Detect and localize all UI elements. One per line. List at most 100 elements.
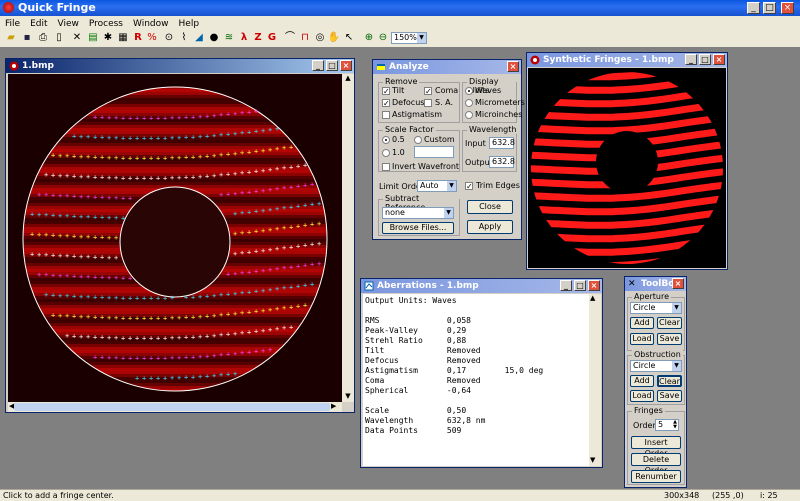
mtf-icon[interactable]: ⌒: [283, 31, 297, 45]
aberrations-maximize-button[interactable]: □: [574, 280, 586, 291]
aberrations-window: Aberrations - 1.bmp _ □ × Output Units: …: [360, 278, 603, 468]
scale-05-radio[interactable]: [382, 136, 390, 144]
r-icon[interactable]: R: [131, 31, 145, 45]
fringe-point: +: [142, 335, 146, 343]
obstruction-save-button[interactable]: Save: [657, 390, 682, 402]
microinches-radio[interactable]: [465, 111, 473, 119]
z-icon[interactable]: Z: [251, 31, 265, 45]
surface-icon[interactable]: ◢: [192, 31, 206, 45]
tools-icon[interactable]: ✕: [70, 31, 84, 45]
fringe-point: +: [72, 232, 76, 240]
pointer-icon[interactable]: ↖: [342, 31, 356, 45]
preview-icon[interactable]: ▯: [52, 31, 66, 45]
interferogram-canvas[interactable]: + + + + + + + + + + + + + + + + + + + + + + + + + + + + + + + + + + + + + + + +…: [8, 74, 342, 402]
wavelength-input-field[interactable]: 632.8: [489, 137, 515, 149]
waves-radio[interactable]: [465, 87, 473, 95]
apply-button[interactable]: Apply: [467, 220, 513, 234]
tilt-checkbox[interactable]: ✓: [382, 87, 390, 96]
maximize-button[interactable]: □: [763, 2, 776, 14]
aberrations-minimize-button[interactable]: _: [560, 280, 572, 291]
analyze-close-button[interactable]: ×: [507, 61, 519, 72]
insert-order-button[interactable]: Insert Order: [631, 436, 681, 458]
sphere-icon[interactable]: ●: [207, 31, 221, 45]
interferogram-image[interactable]: + + + + + + + + + + + + + + + + + + + + + + + ++ + + + + + + + + + + + + + + +…: [8, 74, 342, 402]
micrometers-radio[interactable]: [465, 99, 473, 107]
fringe-point: +: [240, 349, 244, 357]
close-button[interactable]: ×: [781, 2, 794, 14]
fringe-app-icon: [530, 55, 540, 65]
sa-label: S. A.: [435, 98, 454, 107]
obstruction-add-button[interactable]: Add: [630, 375, 654, 387]
plot-icon[interactable]: ⌇: [177, 31, 191, 45]
aberrations-close-button[interactable]: ×: [588, 280, 600, 291]
obstruction-clear-button[interactable]: Clear: [657, 375, 682, 387]
scroll-up-icon[interactable]: ▲: [590, 294, 595, 302]
synthetic-maximize-button[interactable]: □: [699, 54, 711, 65]
points-icon[interactable]: ✱: [101, 31, 115, 45]
invert-wavefront-checkbox[interactable]: [382, 163, 390, 171]
aperture-add-button[interactable]: Add: [630, 317, 654, 329]
zoom-out-icon[interactable]: ⊖: [376, 31, 390, 45]
delete-order-button[interactable]: Delete Order: [631, 453, 681, 475]
spin-arrows-icon[interactable]: ▲ ▼: [673, 420, 677, 430]
hand-icon[interactable]: ✋: [327, 31, 341, 45]
aperture-icon[interactable]: ⊙: [162, 31, 176, 45]
zoom-in-icon[interactable]: ⊕: [362, 31, 376, 45]
limit-order-select[interactable]: Auto ▼: [417, 180, 457, 192]
aperture-load-button[interactable]: Load: [630, 333, 654, 345]
minimize-button[interactable]: _: [747, 2, 760, 14]
coma-checkbox[interactable]: ✓: [424, 87, 432, 96]
wave-icon[interactable]: ≋: [222, 31, 236, 45]
fringe-point: +: [86, 233, 90, 241]
image-vertical-scrollbar[interactable]: ▲ ▼: [342, 74, 354, 402]
fringe-point: +: [240, 249, 244, 257]
save-icon[interactable]: ▪: [20, 31, 34, 45]
aberration-line: Wavelength 632,8 nm: [365, 416, 486, 425]
defocus-checkbox[interactable]: ✓: [382, 99, 390, 108]
scroll-down-icon[interactable]: ▼: [343, 392, 353, 402]
scroll-up-icon[interactable]: ▲: [343, 74, 353, 84]
renumber-button[interactable]: Renumber: [631, 470, 681, 483]
zoom-select[interactable]: 150% ▼: [391, 32, 427, 44]
g-icon[interactable]: G: [265, 31, 279, 45]
custom-scale-input[interactable]: [414, 146, 454, 158]
aperture-clear-button[interactable]: Clear: [657, 317, 682, 329]
synthetic-minimize-button[interactable]: _: [685, 54, 697, 65]
close-dialog-button[interactable]: Close: [467, 200, 513, 214]
image-horizontal-scrollbar[interactable]: ◀ ▶: [8, 402, 342, 412]
fringe-icon[interactable]: ▤: [86, 31, 100, 45]
aperture-save-button[interactable]: Save: [657, 333, 682, 345]
test-icon[interactable]: ⊓: [298, 31, 312, 45]
synthetic-close-button[interactable]: ×: [713, 54, 725, 65]
wavelength-output-field[interactable]: 632.8: [489, 156, 515, 168]
aperture-select[interactable]: Circle ▼: [630, 302, 682, 314]
scale-10-radio[interactable]: [382, 149, 390, 157]
image-minimize-button[interactable]: _: [312, 60, 324, 71]
sa-checkbox[interactable]: [424, 99, 432, 107]
fringe-point: +: [170, 334, 174, 342]
percent-icon[interactable]: %: [145, 31, 159, 45]
image-close-button[interactable]: ×: [340, 60, 352, 71]
image-maximize-button[interactable]: □: [326, 60, 338, 71]
grid-icon[interactable]: ▦: [116, 31, 130, 45]
ring-icon[interactable]: ◎: [313, 31, 327, 45]
aberrations-text-area[interactable]: Output Units: Waves RMS 0,058 Peak-Valley …: [363, 294, 589, 466]
scale-05-label: 0.5: [392, 135, 405, 144]
scale-custom-radio[interactable]: [414, 136, 422, 144]
lambda-icon[interactable]: λ: [237, 31, 251, 45]
browse-files-button[interactable]: Browse Files...: [382, 222, 454, 234]
scroll-thumb[interactable]: [14, 403, 330, 411]
aberrations-scrollbar[interactable]: ▲ ▼: [589, 294, 601, 466]
obstruction-load-button[interactable]: Load: [630, 390, 654, 402]
order-stepper[interactable]: 5 ▲ ▼: [655, 419, 679, 431]
obstruction-select[interactable]: Circle ▼: [630, 360, 682, 372]
open-icon[interactable]: ▰: [4, 31, 18, 45]
scroll-down-icon[interactable]: ▼: [590, 456, 595, 464]
fringe-point: +: [79, 193, 83, 201]
toolbox-close-button[interactable]: ×: [672, 278, 684, 289]
astigmatism-checkbox[interactable]: [382, 111, 390, 119]
subtract-reference-select[interactable]: none ▼: [382, 207, 454, 219]
trim-edges-checkbox[interactable]: ✓: [465, 182, 473, 191]
scroll-right-icon[interactable]: ▶: [331, 402, 341, 412]
print-icon[interactable]: ⎙: [36, 31, 50, 45]
